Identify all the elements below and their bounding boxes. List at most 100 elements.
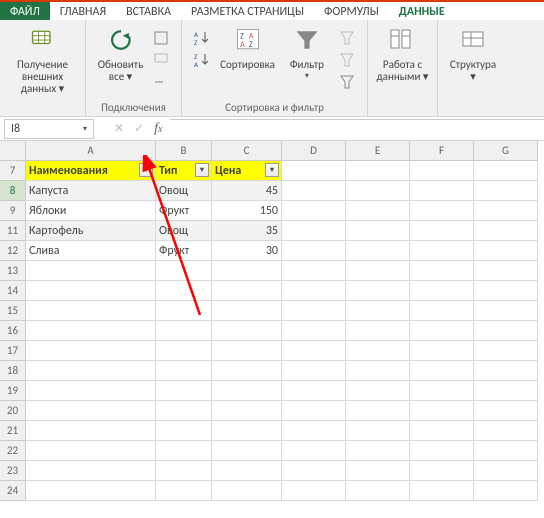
cell-C12[interactable]: 30 (212, 241, 282, 261)
cell-A12[interactable]: Слива (26, 241, 156, 261)
cell[interactable] (282, 281, 346, 301)
cell[interactable] (346, 441, 410, 461)
row-header[interactable]: 19 (0, 381, 26, 401)
cell-A9[interactable]: Яблоки (26, 201, 156, 221)
cell[interactable] (282, 161, 346, 181)
row-header[interactable]: 21 (0, 421, 26, 441)
connections-icon[interactable] (151, 28, 171, 48)
row-header[interactable]: 13 (0, 261, 26, 281)
cell[interactable] (156, 461, 212, 481)
tab-file[interactable]: ФАЙЛ (0, 2, 50, 20)
cell[interactable] (156, 481, 212, 501)
cell-B7[interactable]: Тип ▾ (156, 161, 212, 181)
cell[interactable] (410, 401, 474, 421)
cell-A7[interactable]: Наименования ▾ (26, 161, 156, 181)
row-header[interactable]: 7 (0, 161, 26, 181)
cell[interactable] (474, 441, 538, 461)
cell[interactable] (212, 281, 282, 301)
cell[interactable] (410, 161, 474, 181)
cell[interactable] (474, 381, 538, 401)
tab-home[interactable]: ГЛАВНАЯ (50, 2, 116, 20)
cell-B8[interactable]: Овощ (156, 181, 212, 201)
cell[interactable] (474, 401, 538, 421)
cell-A11[interactable]: Картофель (26, 221, 156, 241)
cell[interactable] (212, 321, 282, 341)
cell[interactable] (410, 281, 474, 301)
cell[interactable] (26, 261, 156, 281)
cell[interactable] (156, 381, 212, 401)
cell[interactable] (212, 461, 282, 481)
sort-desc-button[interactable]: ZA (192, 50, 212, 70)
cell[interactable] (410, 441, 474, 461)
cell[interactable] (346, 281, 410, 301)
cell[interactable] (410, 301, 474, 321)
row-header[interactable]: 14 (0, 281, 26, 301)
data-tools-button[interactable]: Работа с данными ▾ (375, 24, 431, 85)
cell-C9[interactable]: 150 (212, 201, 282, 221)
advanced-icon[interactable] (337, 72, 357, 92)
cell[interactable] (212, 301, 282, 321)
cell[interactable] (346, 261, 410, 281)
cell[interactable] (346, 161, 410, 181)
cell[interactable] (156, 281, 212, 301)
col-header-D[interactable]: D (282, 141, 346, 161)
sort-asc-button[interactable]: AZ (192, 28, 212, 48)
cell[interactable] (282, 181, 346, 201)
cell[interactable] (474, 421, 538, 441)
cell-A8[interactable]: Капуста (26, 181, 156, 201)
cell[interactable] (212, 481, 282, 501)
cell[interactable] (282, 361, 346, 381)
cell[interactable] (282, 341, 346, 361)
row-header[interactable]: 20 (0, 401, 26, 421)
cell[interactable] (346, 181, 410, 201)
row-header[interactable]: 22 (0, 441, 26, 461)
col-header-A[interactable]: A (26, 141, 156, 161)
cell[interactable] (212, 381, 282, 401)
row-header[interactable]: 18 (0, 361, 26, 381)
cell[interactable] (474, 281, 538, 301)
cell[interactable] (282, 461, 346, 481)
cell[interactable] (474, 181, 538, 201)
cell[interactable] (156, 341, 212, 361)
cell[interactable] (26, 401, 156, 421)
cell[interactable] (346, 241, 410, 261)
cell[interactable] (346, 201, 410, 221)
filter-dropdown-C[interactable]: ▾ (265, 163, 279, 177)
cell[interactable] (282, 261, 346, 281)
cell[interactable] (410, 241, 474, 261)
row-header[interactable]: 11 (0, 221, 26, 241)
cell[interactable] (282, 481, 346, 501)
row-header[interactable]: 24 (0, 481, 26, 501)
cell[interactable] (410, 221, 474, 241)
row-header[interactable]: 15 (0, 301, 26, 321)
cell[interactable] (346, 301, 410, 321)
cell[interactable] (474, 161, 538, 181)
cell[interactable] (346, 401, 410, 421)
cell[interactable] (346, 321, 410, 341)
cell-B9[interactable]: Фрукт (156, 201, 212, 221)
name-box[interactable]: I8▾ (4, 119, 94, 139)
formula-input[interactable] (170, 119, 544, 139)
cell[interactable] (26, 421, 156, 441)
fx-icon[interactable]: fx (154, 121, 162, 137)
row-header[interactable]: 16 (0, 321, 26, 341)
get-external-data-button[interactable]: Получение внешних данных ▾ (6, 24, 79, 97)
cell[interactable] (410, 381, 474, 401)
col-header-E[interactable]: E (346, 141, 410, 161)
cell[interactable] (282, 401, 346, 421)
cell-C7[interactable]: Цена ▾ (212, 161, 282, 181)
col-header-C[interactable]: C (212, 141, 282, 161)
cell[interactable] (156, 321, 212, 341)
tab-formulas[interactable]: ФОРМУЛЫ (314, 2, 389, 20)
cell[interactable] (410, 361, 474, 381)
cell[interactable] (26, 441, 156, 461)
cell[interactable] (156, 421, 212, 441)
cell[interactable] (346, 381, 410, 401)
select-all-corner[interactable] (0, 141, 26, 161)
cell[interactable] (346, 221, 410, 241)
cell[interactable] (346, 341, 410, 361)
cell[interactable] (410, 341, 474, 361)
edit-links-icon[interactable] (151, 72, 171, 92)
cell[interactable] (156, 361, 212, 381)
cell[interactable] (26, 321, 156, 341)
